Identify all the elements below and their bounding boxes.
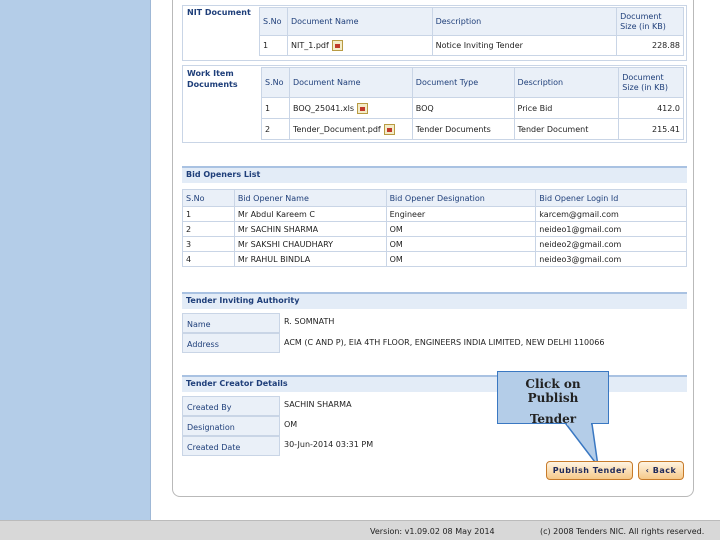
cell-document-type: Tender Documents [411, 118, 515, 140]
col-description: Description [513, 67, 620, 98]
table-row: 2 Mr SACHIN SHARMA OM neideo1@gmail.com [182, 221, 687, 237]
cell-size: 412.0 [618, 97, 684, 119]
cell-document-type: BOQ [411, 97, 515, 119]
instruction-callout: Click on Publish Tender [497, 371, 609, 426]
cell-document-name[interactable]: BOQ_25041.xls [288, 97, 413, 119]
created-by-value: SACHIN SHARMA [284, 400, 352, 409]
document-link[interactable]: Tender_Document.pdf [293, 125, 381, 134]
cell-size: 215.41 [618, 118, 684, 140]
col-bid-opener-designation: Bid Opener Designation [385, 189, 537, 207]
work-item-documents-label: Work Item Documents [187, 69, 238, 89]
copyright-text: (c) 2008 Tenders NIC. All rights reserve… [540, 527, 705, 536]
col-sno: S.No [259, 7, 288, 36]
address-value: ACM (C AND P), EIA 4TH FLOOR, ENGINEERS … [284, 338, 605, 347]
document-link[interactable]: BOQ_25041.xls [293, 104, 354, 113]
cell-designation: OM [385, 236, 537, 252]
col-description: Description [431, 7, 618, 36]
designation-value: OM [284, 420, 298, 429]
callout-line-2: Tender [529, 412, 577, 426]
cell-sno: 1 [261, 97, 290, 119]
cell-document-name[interactable]: NIT_1.pdf [286, 35, 433, 56]
tender-inviting-authority-title: Tender Inviting Authority [186, 296, 300, 305]
cell-login: neideo1@gmail.com [535, 221, 687, 237]
back-label: Back [652, 466, 677, 475]
nit-document-label: NIT Document [187, 8, 251, 17]
cell-name: Mr Abdul Kareem C [233, 206, 387, 222]
work-item-documents-table: S.No Document Name Document Type Descrip… [261, 67, 684, 140]
cell-designation: OM [385, 251, 537, 267]
table-row: 1 NIT_1.pdf Notice Inviting Tender 228.8… [259, 35, 684, 56]
created-date-value: 30-Jun-2014 03:31 PM [284, 440, 374, 449]
version-text: Version: v1.09.02 08 May 2014 [370, 527, 495, 536]
name-label: Name [182, 313, 280, 333]
cell-size: 228.88 [616, 35, 684, 56]
table-row: 1 Mr Abdul Kareem C Engineer karcem@gmai… [182, 206, 687, 222]
cell-description: Tender Document [513, 118, 620, 140]
left-sidebar [0, 0, 151, 520]
col-bid-opener-name: Bid Opener Name [233, 189, 387, 207]
document-link[interactable]: NIT_1.pdf [291, 41, 329, 50]
table-row: 3 Mr SAKSHI CHAUDHARY OM neideo2@gmail.c… [182, 236, 687, 252]
col-sno: S.No [182, 189, 235, 207]
cell-designation: Engineer [385, 206, 537, 222]
cell-name: Mr SACHIN SHARMA [233, 221, 387, 237]
name-value: R. SOMNATH [284, 317, 335, 326]
cell-login: karcem@gmail.com [535, 206, 687, 222]
bid-openers-table: S.No Bid Opener Name Bid Opener Designat… [182, 189, 687, 267]
table-row: 1 BOQ_25041.xls BOQ Price Bid 412.0 [261, 97, 684, 119]
table-row: 4 Mr RAHUL BINDLA OM neideo3@gmail.com [182, 251, 687, 267]
cell-description: Price Bid [513, 97, 620, 119]
bid-openers-header: Bid Openers List [182, 166, 687, 183]
col-document-name: Document Name [286, 7, 433, 36]
address-label: Address [182, 333, 280, 353]
col-sno: S.No [261, 67, 290, 98]
cell-sno: 2 [182, 221, 235, 237]
file-icon[interactable] [331, 40, 343, 51]
file-icon[interactable] [383, 123, 395, 135]
tender-creator-header: Tender Creator Details [182, 375, 687, 392]
col-bid-opener-login: Bid Opener Login Id [535, 189, 687, 207]
table-row: 2 Tender_Document.pdf Tender Documents T… [261, 118, 684, 140]
bid-openers-title: Bid Openers List [186, 170, 261, 179]
nit-document-table: S.No Document Name Description Document … [259, 7, 684, 56]
cell-designation: OM [385, 221, 537, 237]
chevron-left-icon: ‹ [645, 466, 653, 475]
cell-name: Mr RAHUL BINDLA [233, 251, 387, 267]
cell-sno: 4 [182, 251, 235, 267]
file-icon[interactable] [357, 102, 369, 114]
cell-name: Mr SAKSHI CHAUDHARY [233, 236, 387, 252]
col-document-size: Document Size (in KB) [618, 67, 684, 98]
publish-tender-button[interactable]: Publish Tender [546, 461, 633, 480]
created-date-label: Created Date [182, 436, 280, 456]
cell-login: neideo3@gmail.com [535, 251, 687, 267]
cell-login: neideo2@gmail.com [535, 236, 687, 252]
col-document-name: Document Name [288, 67, 413, 98]
callout-line-1: Click on Publish [525, 377, 581, 405]
created-by-label: Created By [182, 396, 280, 416]
col-document-type: Document Type [411, 67, 515, 98]
cell-sno: 1 [182, 206, 235, 222]
cell-sno: 2 [261, 118, 290, 140]
tender-creator-title: Tender Creator Details [186, 379, 288, 388]
designation-label: Designation [182, 416, 280, 436]
cell-description: Notice Inviting Tender [431, 35, 618, 56]
back-button[interactable]: ‹ Back [638, 461, 684, 480]
cell-sno: 3 [182, 236, 235, 252]
col-document-size: Document Size (in KB) [616, 7, 684, 36]
tender-inviting-authority-header: Tender Inviting Authority [182, 292, 687, 309]
cell-document-name[interactable]: Tender_Document.pdf [288, 118, 413, 140]
cell-sno: 1 [259, 35, 288, 56]
footer: Version: v1.09.02 08 May 2014 (c) 2008 T… [0, 520, 720, 540]
